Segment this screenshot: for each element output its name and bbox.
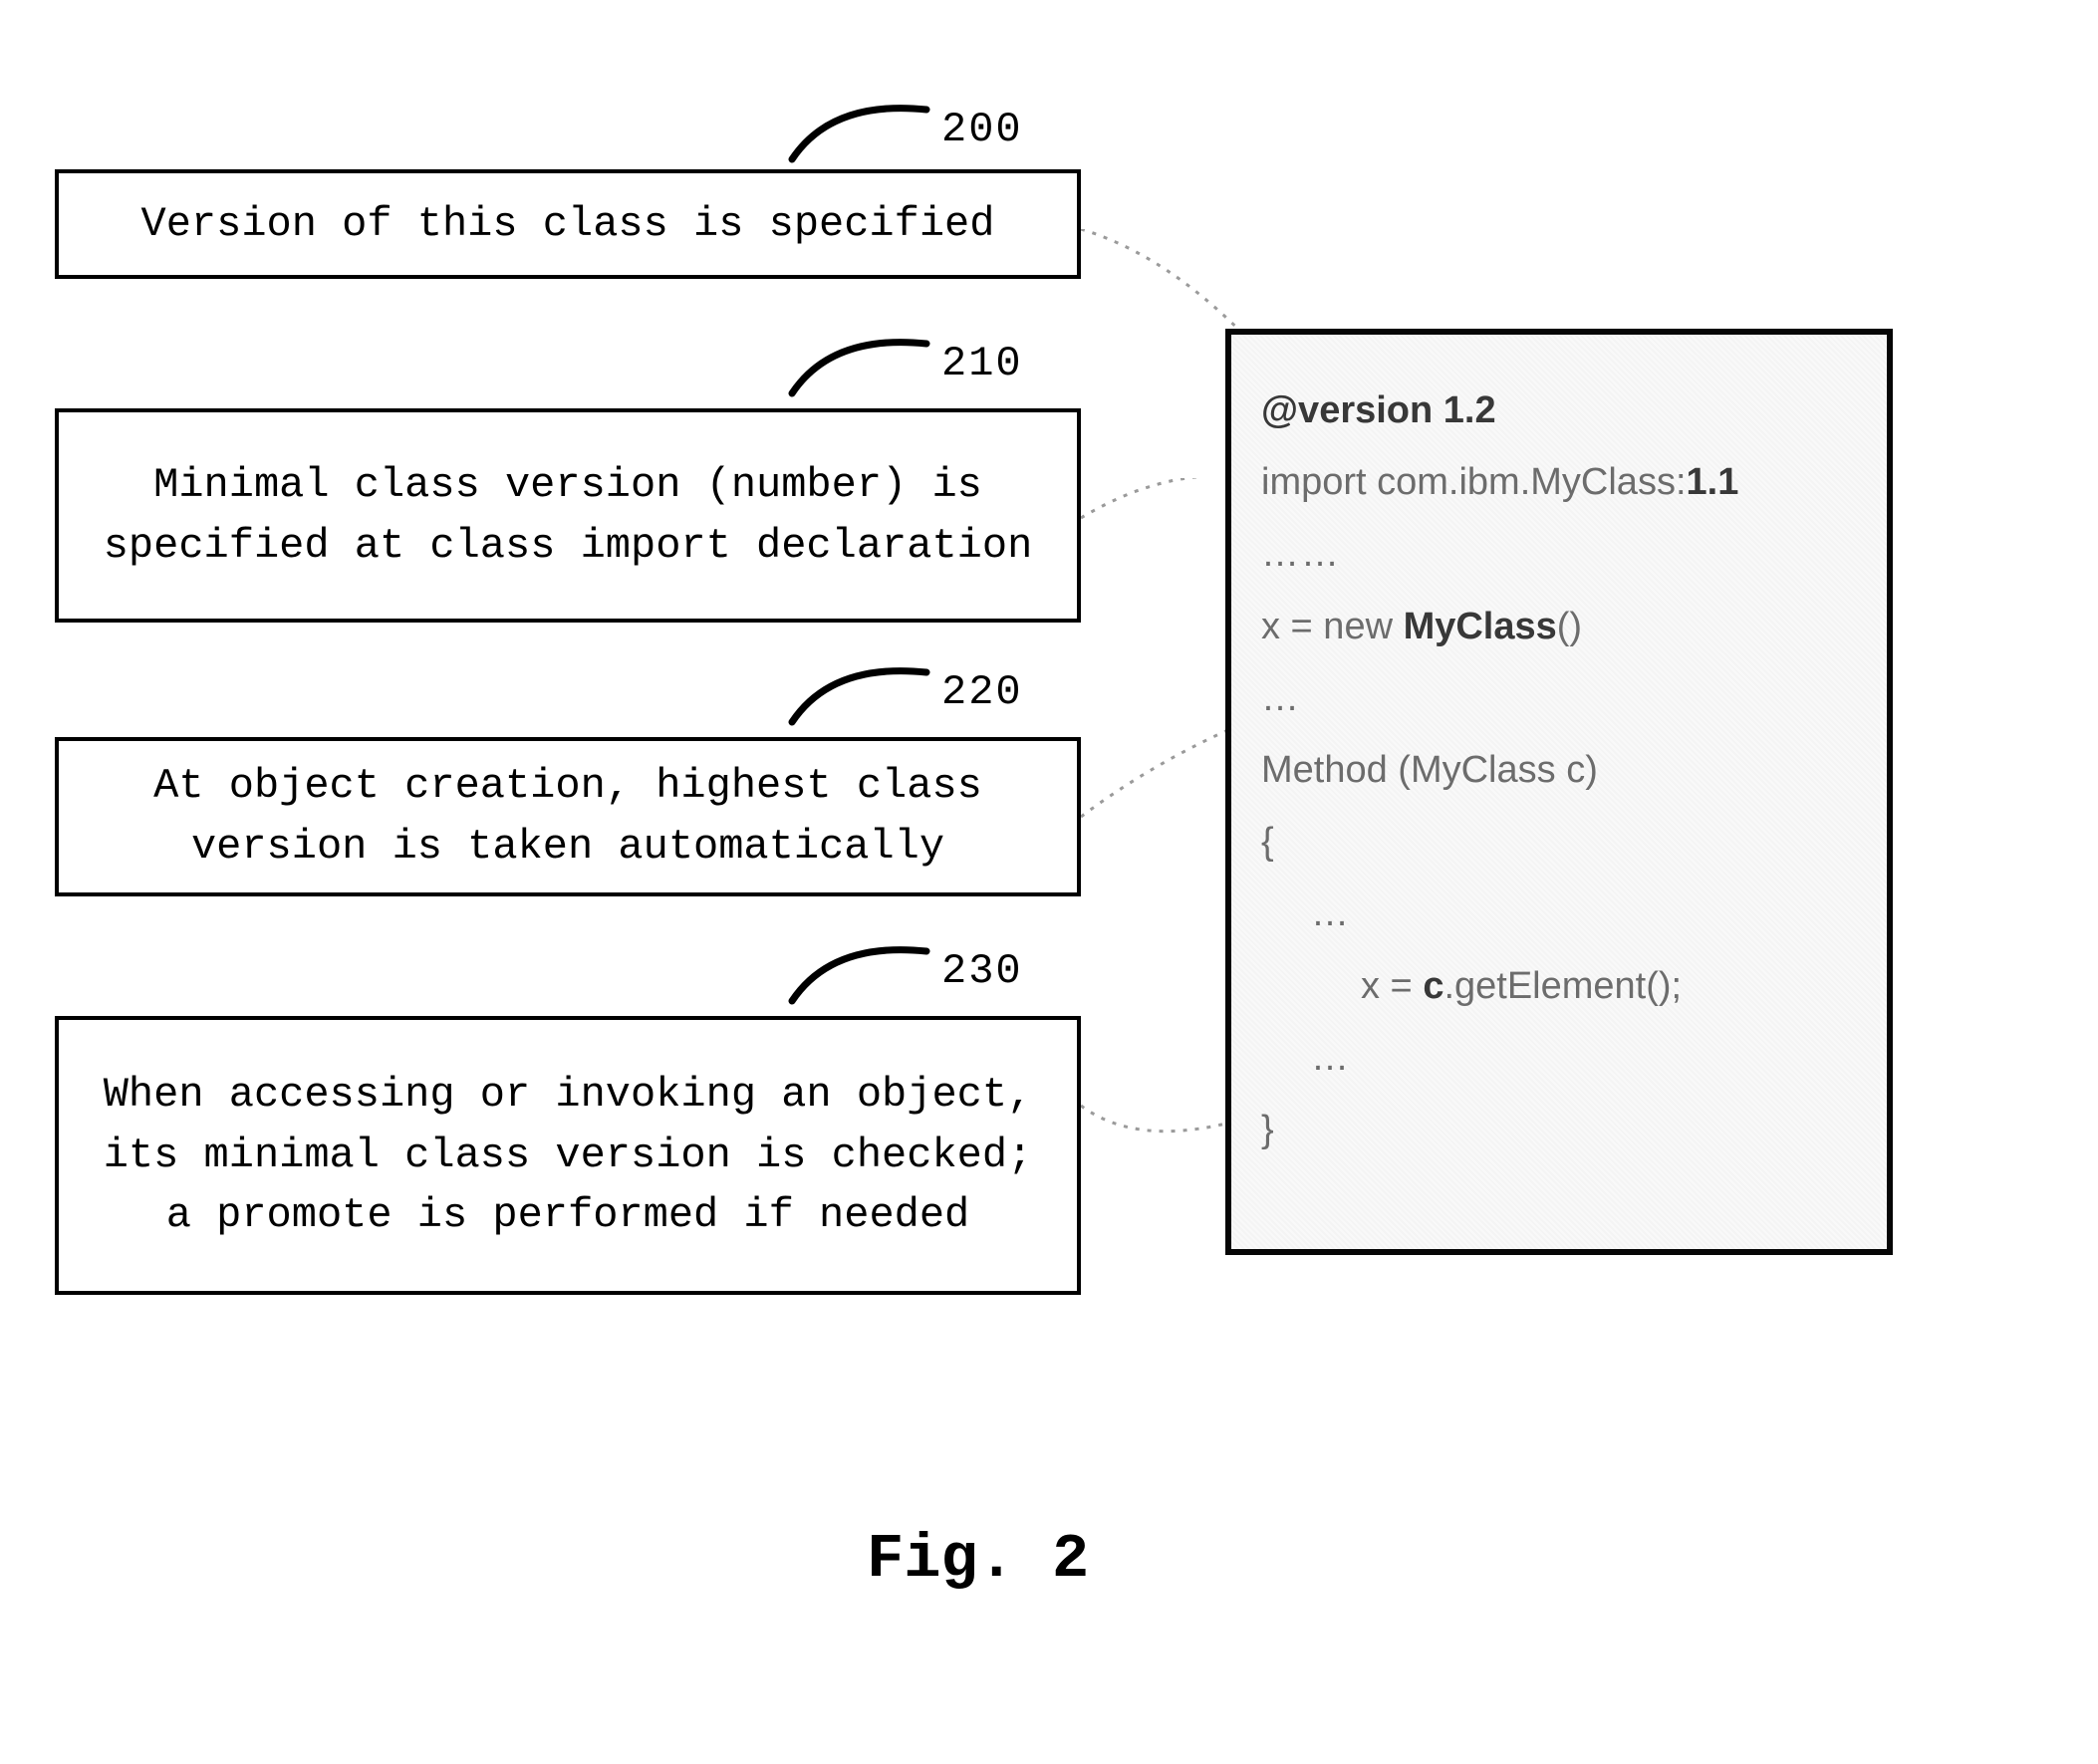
ref-230: 230	[787, 936, 1023, 1006]
step-text-230: When accessing or invoking an object, it…	[89, 1065, 1047, 1247]
code-invoke-prefix: x =	[1361, 965, 1423, 1007]
code-line-version: @version 1.2	[1261, 375, 1857, 446]
code-import-version: 1.1	[1687, 461, 1739, 503]
ref-210-label: 210	[941, 340, 1023, 387]
code-invoke-obj: c	[1423, 965, 1443, 1007]
step-text-220: At object creation, highest class versio…	[89, 756, 1047, 878]
callout-arc-icon	[787, 936, 931, 1006]
code-line-import: import com.ibm.MyClass:1.1	[1261, 446, 1857, 518]
figure-caption: Fig. 2	[867, 1524, 1089, 1595]
step-box-210: Minimal class version (number) is specif…	[55, 408, 1081, 623]
code-new-prefix: x = new	[1261, 606, 1404, 647]
code-new-class: MyClass	[1404, 606, 1557, 647]
code-new-suffix: ()	[1557, 606, 1582, 647]
code-line-new: x = new MyClass()	[1261, 591, 1857, 662]
step-text-210: Minimal class version (number) is specif…	[89, 455, 1047, 577]
ref-200-label: 200	[941, 106, 1023, 153]
ref-230-label: 230	[941, 947, 1023, 995]
ref-220: 220	[787, 657, 1023, 727]
step-box-230: When accessing or invoking an object, it…	[55, 1016, 1081, 1295]
code-version-number: 1.2	[1443, 389, 1496, 431]
step-box-200: Version of this class is specified	[55, 169, 1081, 279]
code-line-ellipsis: …	[1261, 1022, 1857, 1094]
step-text-200: Version of this class is specified	[141, 194, 995, 255]
code-panel: @version 1.2 import com.ibm.MyClass:1.1 …	[1225, 329, 1893, 1255]
code-line-invoke: x = c.getElement();	[1261, 950, 1857, 1022]
code-line-method-sig: Method (MyClass c)	[1261, 734, 1857, 806]
code-line-ellipsis: ……	[1261, 518, 1857, 590]
code-line-close-brace: }	[1261, 1094, 1857, 1165]
figure-canvas: 200 210 220 230 Version of this class is…	[0, 0, 2098, 1764]
code-ellipsis-text: …	[1311, 1037, 1351, 1079]
step-box-220: At object creation, highest class versio…	[55, 737, 1081, 896]
ref-220-label: 220	[941, 668, 1023, 716]
code-import-stmt: import com.ibm.MyClass:	[1261, 461, 1687, 503]
code-ellipsis-text: …	[1311, 892, 1351, 934]
callout-arc-icon	[787, 657, 931, 727]
code-line-ellipsis: …	[1261, 878, 1857, 949]
ref-210: 210	[787, 329, 1023, 398]
ref-200: 200	[787, 95, 1023, 164]
code-version-annotation: @version	[1261, 389, 1443, 431]
code-line-ellipsis: …	[1261, 662, 1857, 734]
callout-arc-icon	[787, 329, 931, 398]
code-invoke-suffix: .getElement();	[1443, 965, 1682, 1007]
callout-arc-icon	[787, 95, 931, 164]
code-line-open-brace: {	[1261, 806, 1857, 878]
